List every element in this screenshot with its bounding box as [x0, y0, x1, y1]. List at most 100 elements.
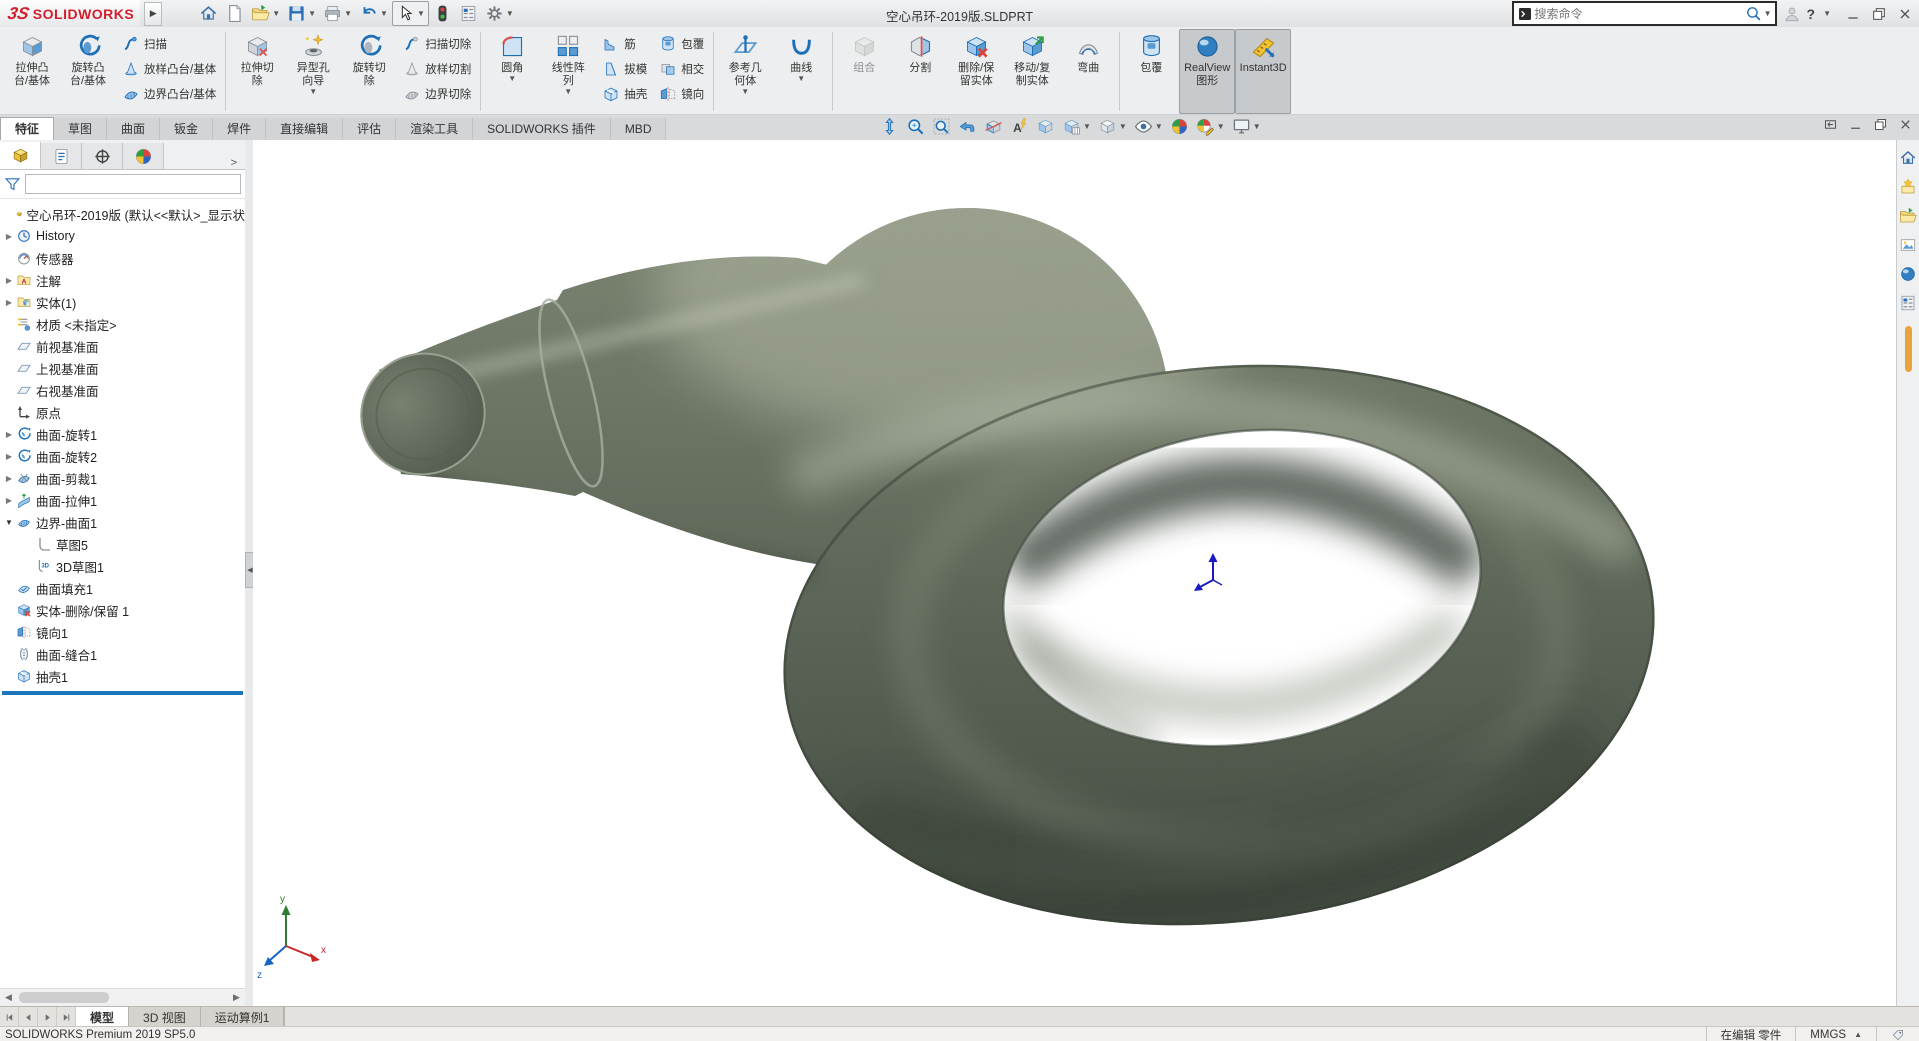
ribbon-split-button[interactable]: 分割 [892, 29, 948, 114]
ribbon-instant3d-button[interactable]: Instant3D [1235, 29, 1292, 114]
tree-expander-icon[interactable]: ▶ [2, 276, 16, 285]
save-caret-icon[interactable]: ▼ [308, 9, 316, 18]
manager-tab-display-manager[interactable] [123, 143, 164, 169]
headsup-display-style-alt-button[interactable]: ▼ [1096, 116, 1129, 137]
minimize-button[interactable] [1845, 6, 1861, 22]
linear-pattern-caret-icon[interactable]: ▼ [564, 88, 572, 98]
tree-expander-icon[interactable]: ▶ [2, 474, 16, 483]
quick-access-open-button[interactable]: ▼ [248, 2, 283, 25]
tree-item-sensors[interactable]: 传感器 [0, 247, 245, 269]
tree-item-surface-fill1[interactable]: 曲面填充1 [0, 577, 245, 599]
ribbon-shell-button[interactable]: 抽壳 [598, 82, 651, 105]
tree-item-right-plane[interactable]: 右视基准面 [0, 379, 245, 401]
task-pane-appearances-scenes-button[interactable] [1898, 264, 1918, 284]
tree-item-history[interactable]: ▶ History [0, 225, 245, 247]
ribbon-swept-boss-button[interactable]: 扫描 [118, 32, 220, 55]
quick-access-undo-button[interactable]: ▼ [356, 2, 391, 25]
tree-item-surface-revolve1[interactable]: ▶ 曲面-旋转1 [0, 423, 245, 445]
quick-access-home-button[interactable] [196, 2, 221, 25]
doc-window-minimize-button[interactable] [1848, 117, 1863, 132]
ribbon-wrap-2-button[interactable]: 包覆 [1123, 29, 1179, 114]
tree-item-body-delete-keep1[interactable]: 实体-删除/保留 1 [0, 599, 245, 621]
tree-expander-icon[interactable]: ▶ [2, 298, 16, 307]
tree-expander-icon[interactable]: ▼ [2, 518, 16, 527]
ribbon-tab-features[interactable]: 特征 [0, 117, 55, 140]
tree-expander-icon[interactable]: ▶ [2, 452, 16, 461]
menu-flyout-button[interactable]: ▶ [144, 1, 163, 26]
close-button[interactable] [1897, 6, 1913, 22]
tree-item-boundary-surface1[interactable]: ▼ 边界-曲面1 [0, 511, 245, 533]
tab-scroll-last-button[interactable] [57, 1007, 76, 1027]
ribbon-lofted-cut-button[interactable]: 放样切割 [399, 57, 475, 80]
task-pane-design-library-button[interactable] [1898, 177, 1918, 197]
task-pane-home-button[interactable] [1898, 148, 1918, 168]
doc-window-dock-button[interactable] [1823, 117, 1838, 132]
ribbon-flex-button[interactable]: 弯曲 [1060, 29, 1116, 114]
headsup-view-settings-button[interactable]: ▼ [1230, 116, 1263, 137]
ribbon-realview-graphics-button[interactable]: RealView 图形 [1179, 29, 1236, 114]
tree-item-mirror1[interactable]: 镜向1 [0, 621, 245, 643]
ribbon-reference-geometry-button[interactable]: 参考几 何体 ▼ [717, 29, 773, 114]
tree-expander-icon[interactable]: ▶ [2, 496, 16, 505]
ribbon-tab-mbd[interactable]: MBD [610, 118, 667, 140]
ribbon-mirror-button[interactable]: 镜向 [655, 82, 708, 105]
open-caret-icon[interactable]: ▼ [272, 9, 280, 18]
ribbon-move-copy-body-button[interactable]: 移动/复 制实体 [1004, 29, 1060, 114]
quick-access-save-button[interactable]: ▼ [284, 2, 319, 25]
ribbon-delete-keep-body-button[interactable]: 删除/保 留实体 [948, 29, 1004, 114]
ribbon-lofted-boss-button[interactable]: 放样凸台/基体 [118, 57, 220, 80]
units-selector[interactable]: MMGS ▲ [1795, 1027, 1876, 1041]
tab-scroll-previous-button[interactable] [19, 1007, 38, 1027]
status-tag-cell[interactable] [1876, 1027, 1919, 1041]
ribbon-tab-surfaces[interactable]: 曲面 [107, 118, 161, 140]
model-body[interactable] [253, 140, 1753, 1006]
manager-tab-property-manager[interactable] [41, 143, 82, 169]
doc-window-close-button[interactable] [1898, 117, 1913, 132]
tree-item-surface-knit1[interactable]: 曲面-缝合1 [0, 643, 245, 665]
ribbon-tab-render-tools[interactable]: 渲染工具 [396, 118, 474, 140]
tree-expander-icon[interactable]: ▶ [2, 232, 16, 241]
print-caret-icon[interactable]: ▼ [344, 9, 352, 18]
tab-scroll-next-button[interactable] [38, 1007, 57, 1027]
ribbon-tab-solidworks-addins[interactable]: SOLIDWORKS 插件 [473, 118, 611, 140]
curves-caret-icon[interactable]: ▼ [797, 75, 805, 85]
help-caret-icon[interactable]: ▼ [1823, 9, 1831, 18]
manager-tab-feature-manager[interactable] [0, 142, 41, 169]
reference-geometry-caret-icon[interactable]: ▼ [741, 88, 749, 98]
ribbon-linear-pattern-button[interactable]: 线性阵列 ▼ [540, 29, 596, 114]
ribbon-fillet-button[interactable]: 圆角 ▼ [484, 29, 540, 114]
headsup-apply-scene-button[interactable]: ▼ [1194, 116, 1227, 137]
select-caret-icon[interactable]: ▼ [417, 9, 425, 18]
restore-button[interactable] [1871, 6, 1887, 22]
search-caret-icon[interactable]: ▼ [1764, 9, 1772, 18]
panel-horizontal-scrollbar[interactable]: ◀ ▶ [0, 988, 245, 1006]
ribbon-tab-weldments[interactable]: 焊件 [213, 118, 267, 140]
tree-filter-input[interactable] [25, 174, 241, 194]
document-tab-model[interactable]: 模型 [76, 1007, 130, 1027]
ribbon-wrap-button[interactable]: 包覆 [655, 32, 708, 55]
tree-item-top-plane[interactable]: 上视基准面 [0, 357, 245, 379]
manager-tab-expand-button[interactable]: > [223, 157, 245, 169]
tree-item-sketch5[interactable]: 草图5 [0, 533, 245, 555]
ribbon-boundary-cut-button[interactable]: 边界切除 [399, 82, 475, 105]
quick-access-file-properties-button[interactable] [456, 2, 481, 25]
document-tab-motion-study-1[interactable]: 运动算例1 [200, 1007, 285, 1027]
ribbon-draft-button[interactable]: 拔模 [598, 57, 651, 80]
headsup-hide-show-items-button[interactable]: ▼ [1132, 116, 1165, 137]
scroll-left-icon[interactable]: ◀ [0, 989, 17, 1006]
display-style-caret-icon[interactable]: ▼ [1083, 122, 1091, 131]
ribbon-tab-evaluate[interactable]: 评估 [343, 118, 397, 140]
document-tab-3d-views[interactable]: 3D 视图 [129, 1007, 201, 1027]
tree-item-solid-bodies[interactable]: ▶ 实体(1) [0, 291, 245, 313]
headsup-edit-appearance-button[interactable] [1168, 116, 1191, 137]
model-3d-view[interactable]: y x z [253, 140, 1896, 1006]
hide-show-items-caret-icon[interactable]: ▼ [1155, 122, 1163, 131]
ribbon-extruded-cut-button[interactable]: 拉伸切除 [229, 29, 285, 114]
tree-item-shell1[interactable]: 抽壳1 [0, 665, 245, 687]
tree-expander-icon[interactable]: ▶ [2, 430, 16, 439]
help-button[interactable]: ? [1807, 6, 1816, 22]
undo-caret-icon[interactable]: ▼ [380, 9, 388, 18]
tree-item-surface-revolve2[interactable]: ▶ 曲面-旋转2 [0, 445, 245, 467]
ribbon-revolved-boss-button[interactable]: 旋转凸 台/基体 [60, 29, 116, 114]
hole-wizard-caret-icon[interactable]: ▼ [309, 88, 317, 98]
